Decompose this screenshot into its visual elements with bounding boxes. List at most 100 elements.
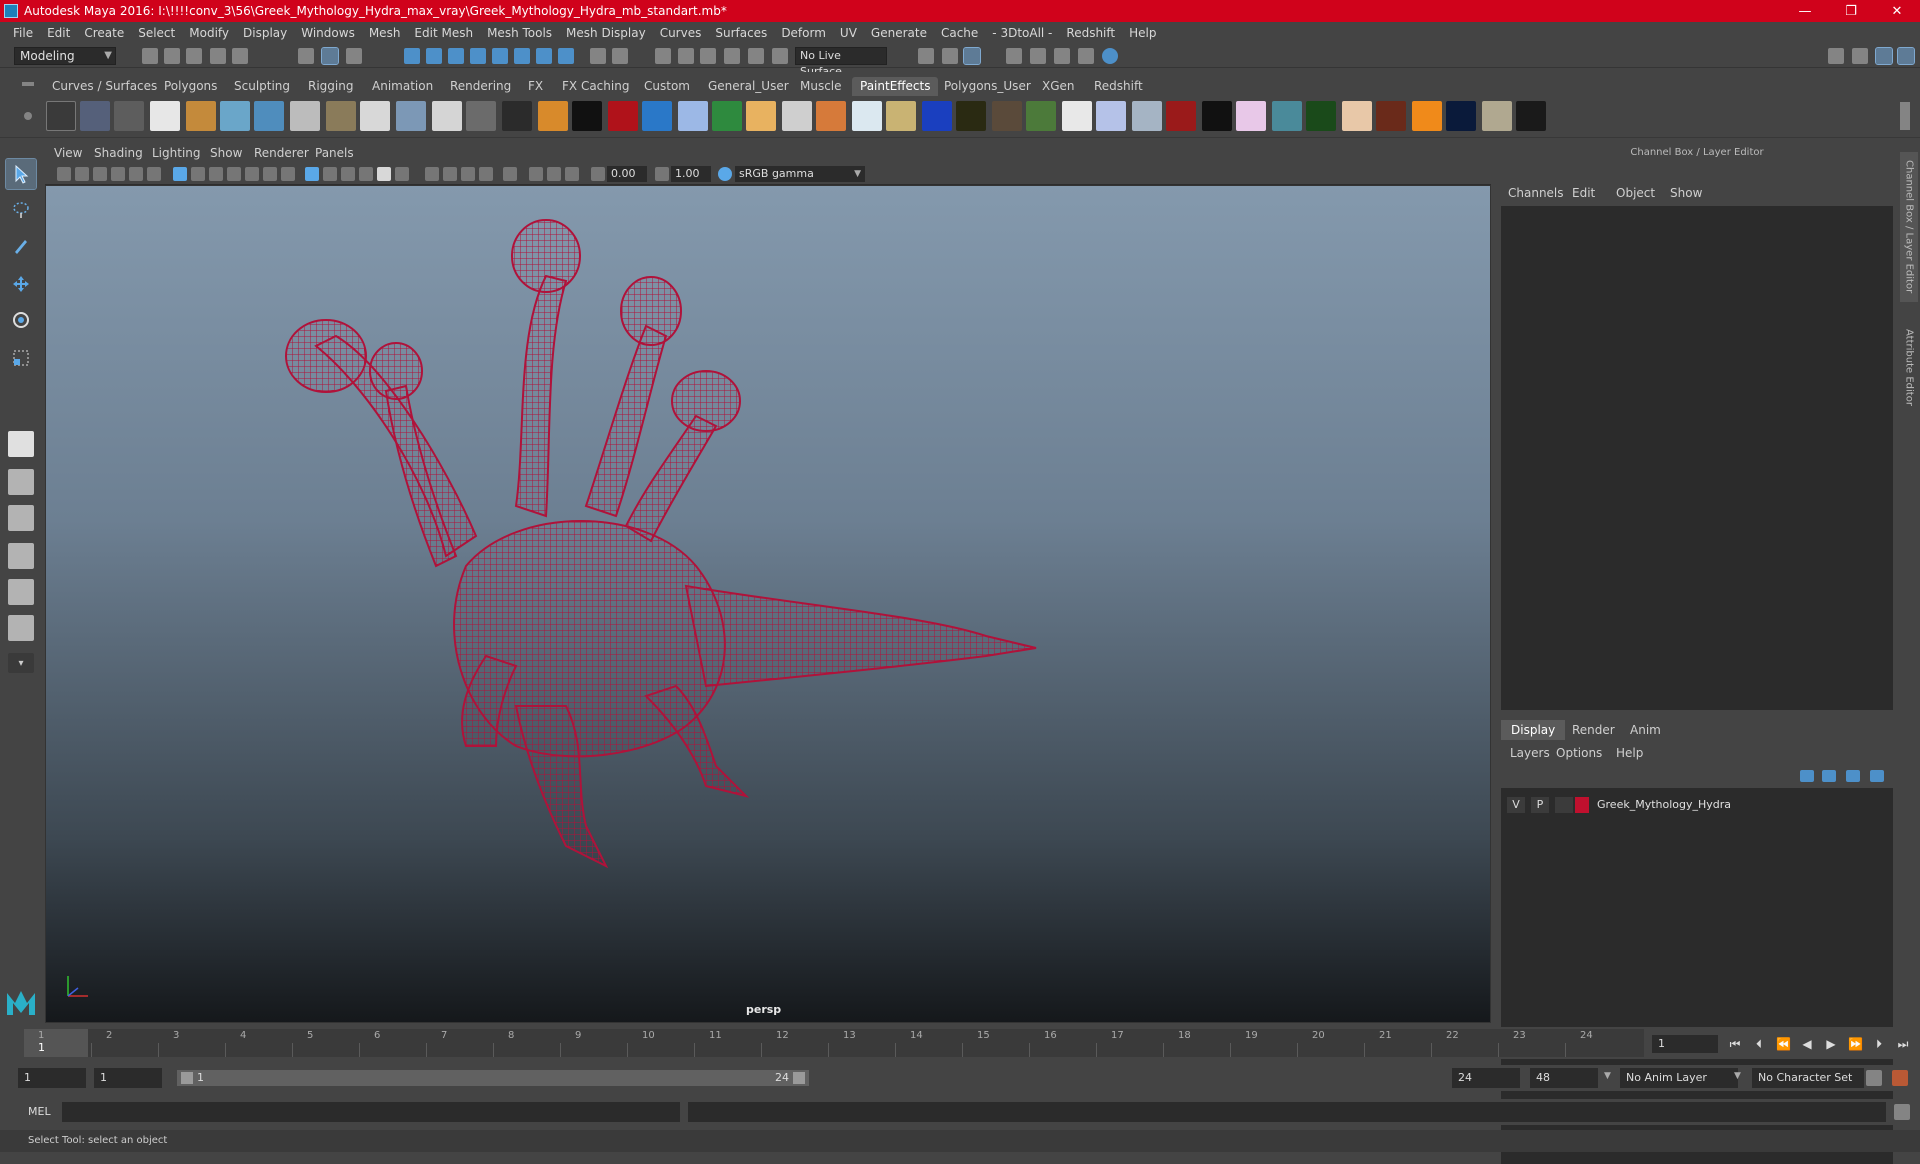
- color-management-icon[interactable]: [718, 167, 732, 181]
- exposure-icon[interactable]: [591, 167, 605, 181]
- bookmark-icon[interactable]: [93, 167, 107, 181]
- brush-lightning-icon[interactable]: [1446, 101, 1476, 131]
- symmetry-icon[interactable]: [655, 48, 671, 64]
- menu-3dtoall[interactable]: - 3DtoAll -: [985, 26, 1059, 40]
- grease-pencil-icon[interactable]: [147, 167, 161, 181]
- current-frame-field[interactable]: 1: [1652, 1035, 1718, 1053]
- cb-menu-show[interactable]: Show: [1670, 186, 1702, 200]
- hypershade-icon[interactable]: [1054, 48, 1070, 64]
- render-frame-icon[interactable]: [942, 48, 958, 64]
- camera-attributes-icon[interactable]: [75, 167, 89, 181]
- menu-file[interactable]: File: [6, 26, 40, 40]
- cb-menu-object[interactable]: Object: [1616, 186, 1655, 200]
- brush-flame-icon[interactable]: [1412, 101, 1442, 131]
- timeline-track[interactable]: 1 1 2 3 4 5 6 7 8 9 10 11 12 13 14 15 16…: [24, 1029, 1644, 1057]
- smooth-shade-icon[interactable]: [323, 167, 337, 181]
- menu-mesh[interactable]: Mesh: [362, 26, 408, 40]
- input-output-icon[interactable]: [918, 48, 934, 64]
- cb-menu-channels[interactable]: Channels: [1508, 186, 1564, 200]
- open-scene-icon[interactable]: [164, 48, 180, 64]
- xray-components-icon[interactable]: [565, 167, 579, 181]
- resolution-gate-icon[interactable]: [209, 167, 223, 181]
- visor-icon[interactable]: [80, 101, 110, 131]
- move-layer-up-icon[interactable]: [1800, 770, 1814, 782]
- depth-of-field-icon[interactable]: [479, 167, 493, 181]
- brush-earth-icon[interactable]: [712, 101, 742, 131]
- xray-joints-icon[interactable]: [547, 167, 561, 181]
- isolate-select-icon[interactable]: [503, 167, 517, 181]
- brush-light-icon[interactable]: [432, 101, 462, 131]
- tab-polygons[interactable]: Polygons: [156, 77, 225, 96]
- shelf-scroll-icon[interactable]: [1900, 102, 1910, 130]
- brush-branch-icon[interactable]: [1062, 101, 1092, 131]
- layer-playback-toggle[interactable]: P: [1531, 797, 1549, 813]
- step-back-key-icon[interactable]: ⏪: [1776, 1037, 1791, 1051]
- shelf-menu-icon[interactable]: [22, 82, 34, 86]
- script-language-label[interactable]: MEL: [28, 1105, 51, 1118]
- layer-menu-help[interactable]: Help: [1616, 746, 1643, 760]
- panel-menu-lighting[interactable]: Lighting: [152, 146, 201, 160]
- layer-name[interactable]: Greek_Mythology_Hydra: [1597, 798, 1731, 811]
- select-by-name-icon[interactable]: [612, 48, 628, 64]
- brush-fire-icon[interactable]: [746, 101, 776, 131]
- tab-painteffects[interactable]: PaintEffects: [852, 77, 939, 96]
- brush-blossom-icon[interactable]: [1236, 101, 1266, 131]
- canvas-clear-icon[interactable]: [290, 101, 320, 131]
- brush-sparkle-icon[interactable]: [1202, 101, 1232, 131]
- menu-uv[interactable]: UV: [833, 26, 864, 40]
- brush-stars-icon[interactable]: [1516, 101, 1546, 131]
- light-editor-icon[interactable]: [1102, 48, 1118, 64]
- make-paintable-icon[interactable]: [254, 101, 284, 131]
- current-frame-marker[interactable]: 1: [24, 1029, 88, 1057]
- tab-curves-surfaces[interactable]: Curves / Surfaces: [44, 77, 165, 96]
- brush-smoke-icon[interactable]: [1482, 101, 1512, 131]
- panel-menu-renderer[interactable]: Renderer: [254, 146, 309, 160]
- new-scene-icon[interactable]: [142, 48, 158, 64]
- channel-box-toggle-icon[interactable]: [1875, 47, 1893, 65]
- tab-general-user[interactable]: General_User: [700, 77, 797, 96]
- move-tool-icon[interactable]: [6, 269, 36, 299]
- ipr-render-icon[interactable]: [1006, 48, 1022, 64]
- brush-wood-icon[interactable]: [538, 101, 568, 131]
- brush-splatter-icon[interactable]: [572, 101, 602, 131]
- film-gate-icon[interactable]: [191, 167, 205, 181]
- rotate-tool-icon[interactable]: [6, 305, 36, 335]
- brush-trees-icon[interactable]: [396, 101, 426, 131]
- menu-set-dropdown[interactable]: Modeling ▼: [14, 47, 116, 65]
- brush-clouds-icon[interactable]: [360, 101, 390, 131]
- range-end-handle[interactable]: [793, 1072, 805, 1084]
- brush-winter-tree-icon[interactable]: [1132, 101, 1162, 131]
- more-layouts-icon[interactable]: ▾: [8, 653, 34, 673]
- panel-menu-panels[interactable]: Panels: [315, 146, 354, 160]
- command-input[interactable]: [62, 1102, 680, 1122]
- image-plane-icon[interactable]: [111, 167, 125, 181]
- render-settings-icon[interactable]: [1030, 48, 1046, 64]
- layer-type-toggle[interactable]: [1555, 797, 1573, 813]
- brush-egg-icon[interactable]: [886, 101, 916, 131]
- select-object-icon[interactable]: [321, 47, 339, 65]
- side-tab-attribute-editor[interactable]: Attribute Editor: [1900, 312, 1918, 422]
- single-perspective-layout-icon[interactable]: [8, 431, 34, 457]
- brush-meat-icon[interactable]: [1376, 101, 1406, 131]
- scale-tool-icon[interactable]: [6, 343, 36, 373]
- render-setup-icon[interactable]: [1078, 48, 1094, 64]
- menu-windows[interactable]: Windows: [294, 26, 362, 40]
- get-brush-icon[interactable]: [114, 101, 144, 131]
- tab-xgen[interactable]: XGen: [1034, 77, 1083, 96]
- menu-deform[interactable]: Deform: [774, 26, 833, 40]
- save-scene-icon[interactable]: [186, 48, 202, 64]
- modeling-toolkit-icon[interactable]: [1828, 48, 1844, 64]
- brush-vines-icon[interactable]: [1306, 101, 1336, 131]
- xray-icon[interactable]: [529, 167, 543, 181]
- character-set-dropdown[interactable]: No Character Set: [1752, 1068, 1864, 1088]
- brush-feather-icon[interactable]: [852, 101, 882, 131]
- redo-icon[interactable]: [232, 48, 248, 64]
- construction-history-icon[interactable]: [558, 48, 574, 64]
- snap-live-icon[interactable]: [492, 48, 508, 64]
- brush-hand-icon[interactable]: [1342, 101, 1372, 131]
- snap-point-icon[interactable]: [448, 48, 464, 64]
- hydra-wireframe-model[interactable]: [46, 186, 1491, 1023]
- play-backwards-icon[interactable]: ◀: [1800, 1037, 1814, 1051]
- panel-menu-show[interactable]: Show: [210, 146, 242, 160]
- panel-menu-shading[interactable]: Shading: [94, 146, 143, 160]
